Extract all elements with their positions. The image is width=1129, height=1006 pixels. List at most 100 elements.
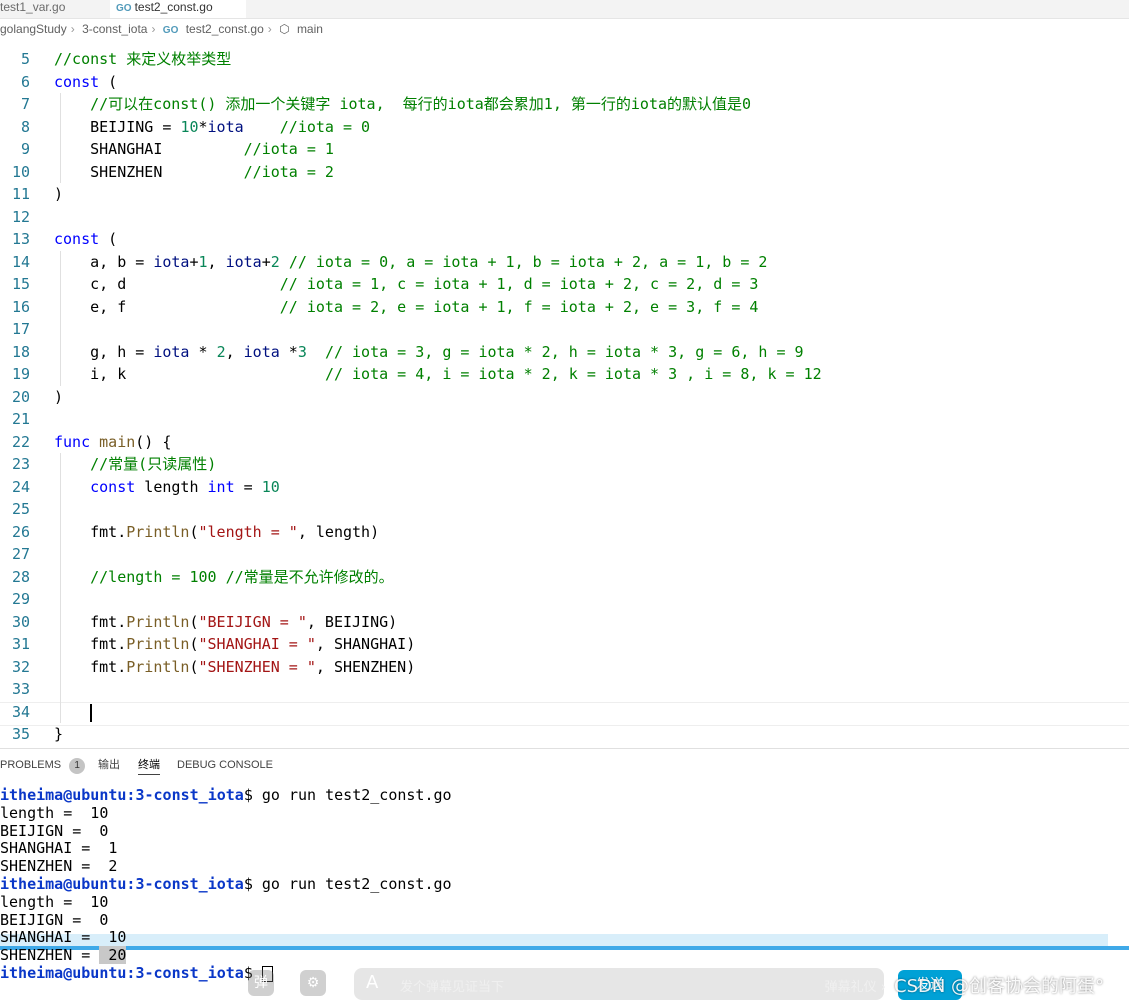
code-token: fmt. — [54, 612, 127, 631]
line-number: 21 — [11, 410, 30, 428]
code-token: , length) — [297, 522, 380, 541]
breadcrumb: golangStudy › 3-const_iota › GO test2_cons… — [0, 22, 327, 40]
line-number: 11 — [11, 185, 30, 203]
code-text: //常量(只读属性) — [54, 453, 216, 475]
danmu-input[interactable]: A 发个弹幕见证当下 弹幕礼仪 › — [354, 968, 886, 1000]
code-token: //const 来定义枚举类型 — [54, 50, 232, 68]
code-token: // iota = 2, e = iota + 1, f = iota + 2,… — [279, 297, 759, 316]
line-number: 6 — [20, 72, 30, 91]
code-token: e, f — [54, 297, 280, 316]
code-token: main — [99, 432, 136, 451]
code-text: c, d // iota = 1, c = iota + 1, d = iota… — [54, 273, 758, 295]
code-token: , — [207, 252, 226, 271]
code-token: //iota = 1 — [243, 140, 334, 158]
code-token: 10 — [261, 477, 280, 496]
code-token: ( — [189, 635, 199, 653]
breadcrumb-folder[interactable]: 3-const_iota — [82, 22, 147, 36]
danmu-toggle-icon[interactable]: 弹 — [248, 970, 274, 996]
code-token: const — [54, 72, 100, 91]
line-number: 23 — [11, 455, 30, 473]
code-token: iota — [153, 252, 190, 271]
terminal-prompt-line: itheima@ubuntu:3-const_iota$ go run test… — [0, 786, 452, 804]
line-number: 29 — [11, 590, 30, 608]
code-editor[interactable]: 5//const 来定义枚举类型 6 const (7 //可以在const() 添… — [0, 48, 1129, 748]
code-token: ) — [54, 185, 64, 203]
breadcrumb-symbol[interactable]: main — [297, 22, 323, 36]
code-token: i, k — [54, 365, 325, 383]
terminal-output-line: length = 10 — [0, 804, 108, 822]
tab-label: test2_const.go — [134, 0, 213, 14]
tab-problems[interactable]: PROBLEMS 1 — [0, 756, 86, 774]
output-text: length = 10 — [0, 892, 109, 911]
terminal-output-line: SHENZHEN = 2 — [0, 857, 117, 875]
video-highlight-band — [0, 934, 1108, 946]
line-number: 8 — [20, 117, 30, 136]
line-number: 34 — [11, 702, 30, 721]
code-token: * — [198, 117, 208, 136]
font-style-icon[interactable]: A — [366, 972, 378, 993]
output-text: length = 10 — [0, 803, 109, 822]
code-token: 3 — [297, 342, 307, 361]
code-token: func — [54, 432, 91, 451]
code-token: ( — [99, 230, 118, 248]
code-token: length — [135, 477, 208, 496]
tab-problems-label: PROBLEMS — [0, 759, 62, 771]
terminal-output-line: BEIJIGN = 0 — [0, 822, 108, 840]
danmu-etiquette-link[interactable]: 弹幕礼仪 › — [825, 976, 886, 995]
tab-terminal[interactable]: 终端 — [138, 756, 160, 775]
terminal-output-line: BEIJIGN = 0 — [0, 911, 108, 929]
breadcrumb-root[interactable]: golangStudy — [0, 22, 67, 36]
line-number: 5 — [20, 50, 30, 68]
code-token: 1 — [198, 252, 208, 271]
code-text: a, b = iota+1, iota+2 // iota = 0, a = i… — [54, 251, 767, 273]
line-number: 14 — [11, 252, 30, 271]
indent-guide — [60, 250, 61, 386]
line-number: 12 — [11, 207, 30, 226]
code-token: int — [207, 477, 235, 496]
indent-guide — [60, 93, 61, 183]
tab-output[interactable]: 输出 — [98, 756, 120, 774]
code-token: = — [234, 477, 262, 496]
code-token: g, h = — [54, 342, 154, 361]
code-token: //可以在const() 添加一个关键字 iota, 每行的iota都会累加1,… — [90, 95, 752, 113]
code-token: // iota = 3, g = iota * 2, h = iota * 3,… — [324, 342, 804, 361]
code-token: () { — [135, 432, 172, 451]
output-text: SHANGHAI = 10 — [0, 928, 127, 947]
terminal-prompt-line: itheima@ubuntu:3-const_iota$ go run test… — [0, 875, 452, 893]
code-token: fmt. — [54, 657, 127, 676]
line-number: 25 — [11, 500, 30, 518]
code-text: SHENZHEN //iota = 2 — [54, 161, 334, 183]
line-number: 15 — [11, 275, 30, 293]
code-token: Println — [126, 522, 190, 541]
video-progress-bar[interactable] — [0, 946, 1129, 950]
code-token: Println — [126, 657, 190, 676]
line-number: 19 — [11, 365, 30, 383]
code-text: fmt.Println("BEIJIGN = ", BEIJING) — [54, 611, 397, 633]
code-token: BEIJING = — [54, 117, 181, 136]
code-token: ( — [189, 612, 199, 631]
code-text: e, f // iota = 2, e = iota + 1, f = iota… — [54, 296, 758, 318]
terminal-output-line: SHANGHAI = 1 — [0, 839, 117, 857]
chevron-right-icon: › — [151, 22, 156, 36]
tab-test2-const[interactable]: GO test2_const.go — [110, 0, 246, 18]
tab-label: test1_var.go — [0, 0, 66, 14]
tab-test1-var[interactable]: test1_var.go — [0, 0, 96, 18]
code-token: //iota = 2 — [243, 162, 334, 181]
code-token: fmt. — [54, 635, 127, 653]
code-token: * — [279, 342, 298, 361]
code-text: } — [54, 723, 63, 745]
danmu-settings-icon[interactable]: ⚙ — [300, 970, 326, 996]
code-text: fmt.Println("SHANGHAI = ", SHANGHAI) — [54, 633, 415, 655]
tab-debug-console[interactable]: DEBUG CONSOLE — [177, 756, 273, 774]
breadcrumb-file[interactable]: test2_const.go — [186, 22, 264, 36]
code-token: 10 — [180, 117, 199, 136]
line-number: 32 — [11, 657, 30, 676]
code-text: //const 来定义枚举类型 — [54, 48, 231, 70]
line-number: 26 — [11, 522, 30, 541]
prompt-command: $ go run test2_const.go — [243, 875, 452, 893]
code-text: const ( — [54, 71, 117, 93]
